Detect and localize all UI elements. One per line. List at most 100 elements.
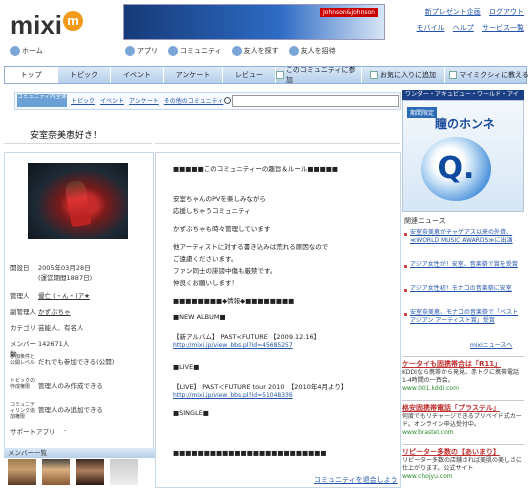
scope-other[interactable]: その他のコミュニティ — [164, 96, 224, 105]
top-links-2: モバイル ヘルプ サービス一覧 — [411, 23, 524, 33]
rules-heading: ■■■■■このコミュニティーの趣旨＆ルール■■■■■ — [173, 165, 339, 173]
mixi-news-link[interactable]: mixiニュースへ — [470, 340, 512, 349]
text-ad-body: KDDIなら携帯から発見、赤トクに携帯電話1-4時間の一斉会。 — [402, 369, 519, 384]
info-row: 開設日 2005年03月28日 (運営期間1887日) — [10, 264, 93, 282]
find-friends-icon — [231, 46, 242, 56]
logout-link[interactable]: ログアウト — [489, 8, 524, 16]
text-ad[interactable]: 格安固携帯電話「プラステル」 何度でもリチャージできるプリペイド式カード。オンラ… — [402, 400, 524, 436]
news-item[interactable]: 安室奈美恵、モナコの音楽祭で「ベストアジアン アーティスト賞」受賞 — [410, 309, 522, 325]
scope-topic[interactable]: トピック — [71, 96, 95, 105]
help-link[interactable]: ヘルプ — [453, 24, 474, 32]
ad-header[interactable]: ワンダー・アキュビュー・ワールド・アイ×mixi — [402, 90, 524, 108]
performer-figure — [64, 179, 92, 228]
tab-join[interactable]: このコミュニティに参加 — [276, 66, 362, 84]
album-heading: ■NEW ALBUM■ — [173, 313, 226, 321]
news-bullet — [404, 265, 407, 268]
invite-icon — [288, 46, 299, 56]
album-link[interactable]: http://mixi.jp/view_bbs.pl?id=45685257 — [173, 342, 293, 349]
home-icon — [10, 46, 20, 56]
ad-caption: 瞳のホンネ — [435, 117, 495, 131]
text-ad-title[interactable]: ケータイも固携帯合は「R11」 — [402, 359, 524, 369]
favorite-icon — [370, 71, 378, 79]
new-present-link[interactable]: 新プレゼント企画 — [425, 8, 481, 16]
member-thumbnail[interactable] — [110, 459, 138, 485]
description-line: 安室ちゃんのPVを楽しみながら — [173, 195, 266, 203]
search-scope-links: トピック イベント アンケート その他のコミュニティ — [71, 96, 223, 105]
news-bullet — [404, 289, 407, 292]
services-link[interactable]: サービス一覧 — [482, 24, 524, 32]
search-scope-pill[interactable]: コミュニティ内全体 — [17, 94, 67, 107]
mobile-link[interactable]: モバイル — [417, 24, 445, 32]
info-row: コミュニティリンク追加権限 管理人のみ追加できる — [10, 402, 103, 420]
description-line: 他アーティストに対する書き込みは荒れる原因なので — [173, 243, 329, 251]
top-links: 新プレゼント企画 ログアウト — [419, 7, 524, 17]
nav-find-friends[interactable]: 友人を探す — [231, 46, 279, 56]
home-link[interactable]: ホーム — [10, 46, 43, 56]
news-bullet — [404, 313, 407, 316]
community-search-bar: コミュニティ内全体 トピック イベント アンケート その他のコミュニティ — [14, 92, 401, 110]
live-info: 【LIVE】 PAST＜FUTURE tour 2010 【2010年4月より】 — [173, 383, 348, 391]
member-list-header[interactable]: メンバー一覧 — [4, 448, 156, 458]
search-input[interactable] — [224, 95, 399, 107]
text-ad[interactable]: ケータイも固携帯合は「R11」 KDDIなら携帯から発見、赤トクに携帯電話1-4… — [402, 356, 524, 392]
community-photo[interactable] — [28, 163, 128, 239]
leave-community-link[interactable]: コミュニティを退会しよう — [314, 475, 398, 485]
header-banner-ad[interactable]: Johnson&Johnson — [123, 4, 385, 40]
logo-badge: m — [63, 11, 84, 31]
closing-line: ■■■■■■■■■■■■■■■■■■■■■■■■■ — [173, 449, 327, 457]
text-ad-title[interactable]: リピーター多数の【あいまり】 — [402, 447, 524, 457]
live-link[interactable]: http://mixi.jp/view_bbs.pl?id=51048336 — [173, 392, 293, 399]
tab-topic[interactable]: トピック — [58, 67, 111, 83]
text-ad[interactable]: リピーター多数の【あいまり】 リピーター多数の店舗されば美肌の美しさに仕上がりま… — [402, 444, 524, 480]
ad-pill: 期間限定 — [407, 107, 438, 118]
tab-favorite[interactable]: お気に入りに追加 — [362, 67, 445, 83]
nav-invite-friends[interactable]: 友人を招待 — [288, 46, 336, 56]
divider — [4, 143, 152, 144]
admin-link[interactable]: 優亡 (・ん・)ア★ — [38, 290, 90, 300]
tab-tell-mymixi[interactable]: マイミクシィに教える — [445, 67, 530, 83]
info-row: サポートアプリ - — [10, 426, 67, 436]
tab-top[interactable]: トップ — [5, 67, 58, 83]
info-row: 副管理人 かずぶちゃ — [10, 306, 71, 316]
description-line: 応援しちゃうコミュニティ — [173, 207, 251, 215]
text-ad-body: 何度でもリチャージできるプリペイド式カード。オンライン申込受付中。 — [402, 413, 522, 428]
text-ad-url[interactable]: www.001.kddi.com — [402, 385, 524, 392]
community-description: ■■■■■このコミュニティーの趣旨＆ルール■■■■■ 安室ちゃんのPVを楽しみな… — [155, 152, 401, 488]
news-item[interactable]: アジア女性が！安室、音楽祭で賞を受賞 — [410, 261, 522, 269]
description-line: ご遠慮くださいます。 — [173, 255, 238, 263]
description-line: かずぶちゃも時々管理しています — [173, 225, 271, 233]
scope-enquete[interactable]: アンケート — [129, 96, 159, 105]
tab-enquete[interactable]: アンケート — [164, 67, 223, 83]
info-row: カテゴリ 芸能人、有名人 — [10, 324, 84, 332]
nav-community[interactable]: コミュニティ — [168, 46, 222, 56]
text-ad-body: リピーター多数の店舗されば美肌の美しさに仕上がります。公式サイト — [402, 457, 523, 472]
member-thumbnail[interactable] — [42, 459, 70, 485]
news-item[interactable]: アジア女性初！モナコの音楽祭に安室 — [410, 285, 522, 293]
tell-icon — [449, 71, 458, 79]
sidebar-ad[interactable]: 期間限定 瞳のホンネ Q. — [402, 100, 524, 212]
text-ad-title[interactable]: 格安固携帯電話「プラステル」 — [402, 403, 524, 413]
sub-admin-link[interactable]: かずぶちゃ — [38, 306, 71, 316]
scope-event[interactable]: イベント — [100, 96, 124, 105]
news-item[interactable]: 安室奈美恵がチャゲアス以来の外資、≪WORLD MUSIC AWARDS≫に出演 — [410, 229, 522, 245]
logo-text: mixi — [10, 10, 63, 40]
community-icon — [168, 46, 178, 56]
tab-review[interactable]: レビュー — [223, 67, 276, 83]
member-thumbnail[interactable] — [76, 459, 104, 485]
member-thumbnails — [8, 459, 148, 485]
info-row: 参加条件と公開レベル だれでも参加できる(公開) — [10, 354, 115, 366]
divider — [155, 143, 400, 144]
text-ad-url[interactable]: www.chojyu.com — [402, 473, 524, 480]
ad-graphic: Q. — [421, 137, 491, 201]
description-line: ファン同士の誹謗中傷も厳禁です。 — [173, 267, 277, 275]
mixi-logo[interactable]: mixi m — [10, 10, 84, 41]
album-info: 【新アルバム】 PAST<FUTURE 【2009.12.16】 — [173, 333, 321, 341]
text-ad-url[interactable]: www.brastel.com — [402, 429, 524, 436]
community-title: 安室奈美恵好き！ — [30, 131, 103, 141]
apps-icon — [125, 46, 135, 56]
single-heading: ■SINGLE■ — [173, 409, 209, 417]
tab-event[interactable]: イベント — [111, 67, 164, 83]
member-thumbnail[interactable] — [8, 459, 36, 485]
related-news-heading: 関連ニュース — [404, 217, 446, 225]
nav-apps[interactable]: アプリ — [125, 46, 158, 56]
